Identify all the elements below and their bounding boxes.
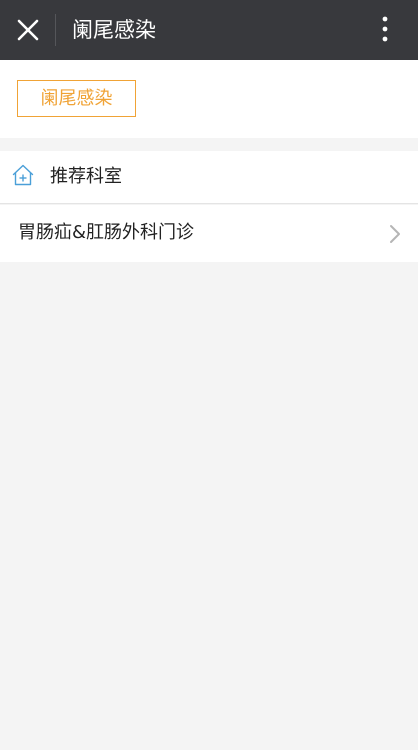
close-button[interactable]: [10, 12, 46, 48]
search-tag-section: 阑尾感染: [0, 60, 418, 138]
more-vertical-icon: [382, 16, 388, 42]
chevron-right-icon: [390, 225, 400, 243]
department-name: 胃肠疝&肛肠外科门诊: [18, 222, 195, 243]
department-row[interactable]: 胃肠疝&肛肠外科门诊: [0, 205, 418, 262]
recommend-label: 推荐科室: [50, 166, 122, 187]
symptom-tag[interactable]: 阑尾感染: [17, 80, 136, 117]
recommend-header: 推荐科室: [0, 151, 418, 204]
page-title: 阑尾感染: [72, 18, 156, 42]
more-menu-button[interactable]: [370, 12, 400, 48]
close-icon: [17, 19, 39, 41]
home-plus-icon: [12, 164, 34, 186]
topbar-divider: [55, 14, 56, 46]
top-bar: 阑尾感染: [0, 0, 418, 60]
